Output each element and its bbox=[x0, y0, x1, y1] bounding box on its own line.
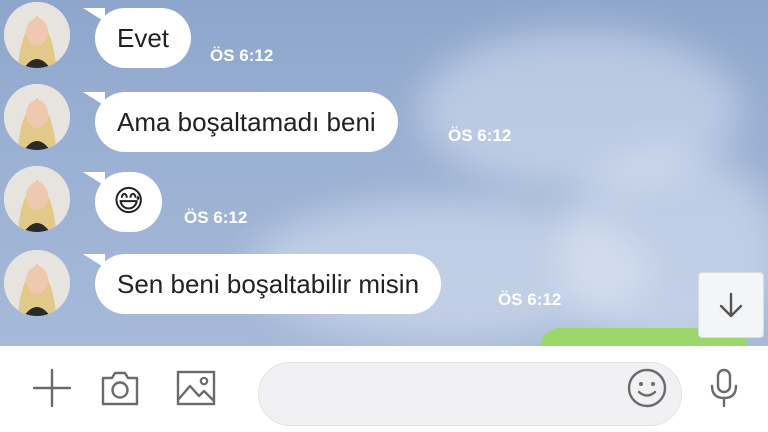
chat-area[interactable]: Evet ÖS 6:12 Ama boşaltamadı beni ÖS 6:1… bbox=[0, 0, 768, 346]
microphone-icon bbox=[710, 368, 738, 408]
message-row: Evet ÖS 6:12 bbox=[0, 2, 768, 72]
scroll-to-bottom-button[interactable] bbox=[698, 272, 764, 338]
emoji-icon bbox=[627, 368, 667, 408]
add-button[interactable] bbox=[28, 364, 76, 412]
message-time: ÖS 6:12 bbox=[210, 46, 274, 65]
message-row: Ama boşaltamadı beni ÖS 6:12 bbox=[0, 84, 768, 154]
message-text: Evet bbox=[117, 22, 170, 53]
message-bubble[interactable]: Sen beni boşaltabilir misin bbox=[82, 254, 442, 314]
message-row: Sen beni boşaltabilir misin ÖS 6:12 bbox=[0, 250, 768, 320]
avatar[interactable] bbox=[4, 2, 70, 68]
image-icon bbox=[176, 370, 216, 406]
camera-icon bbox=[101, 371, 139, 406]
message-toolbar bbox=[0, 346, 768, 432]
message-bubble[interactable]: 😅 bbox=[82, 172, 163, 232]
message-row: 😅 ÖS 6:12 bbox=[0, 166, 768, 236]
avatar[interactable] bbox=[4, 250, 70, 316]
message-time: ÖS 6:12 bbox=[448, 126, 512, 145]
arrow-down-icon bbox=[719, 292, 743, 318]
gallery-button[interactable] bbox=[172, 364, 220, 412]
message-time: ÖS 6:12 bbox=[184, 208, 248, 227]
message-text: Sen beni boşaltabilir misin bbox=[117, 268, 420, 299]
plus-icon bbox=[32, 368, 72, 408]
avatar[interactable] bbox=[4, 166, 70, 232]
voice-button[interactable] bbox=[700, 364, 748, 412]
emoji-button[interactable] bbox=[623, 364, 671, 412]
grinning-sweat-emoji: 😅 bbox=[113, 185, 145, 218]
message-bubble[interactable]: Ama boşaltamadı beni bbox=[83, 92, 398, 152]
message-text: Ama boşaltamadı beni bbox=[117, 106, 376, 137]
message-bubble[interactable]: Evet bbox=[82, 8, 192, 68]
avatar[interactable] bbox=[4, 84, 70, 150]
message-input[interactable] bbox=[258, 362, 682, 426]
message-time: ÖS 6:12 bbox=[498, 290, 562, 309]
camera-button[interactable] bbox=[96, 364, 144, 412]
